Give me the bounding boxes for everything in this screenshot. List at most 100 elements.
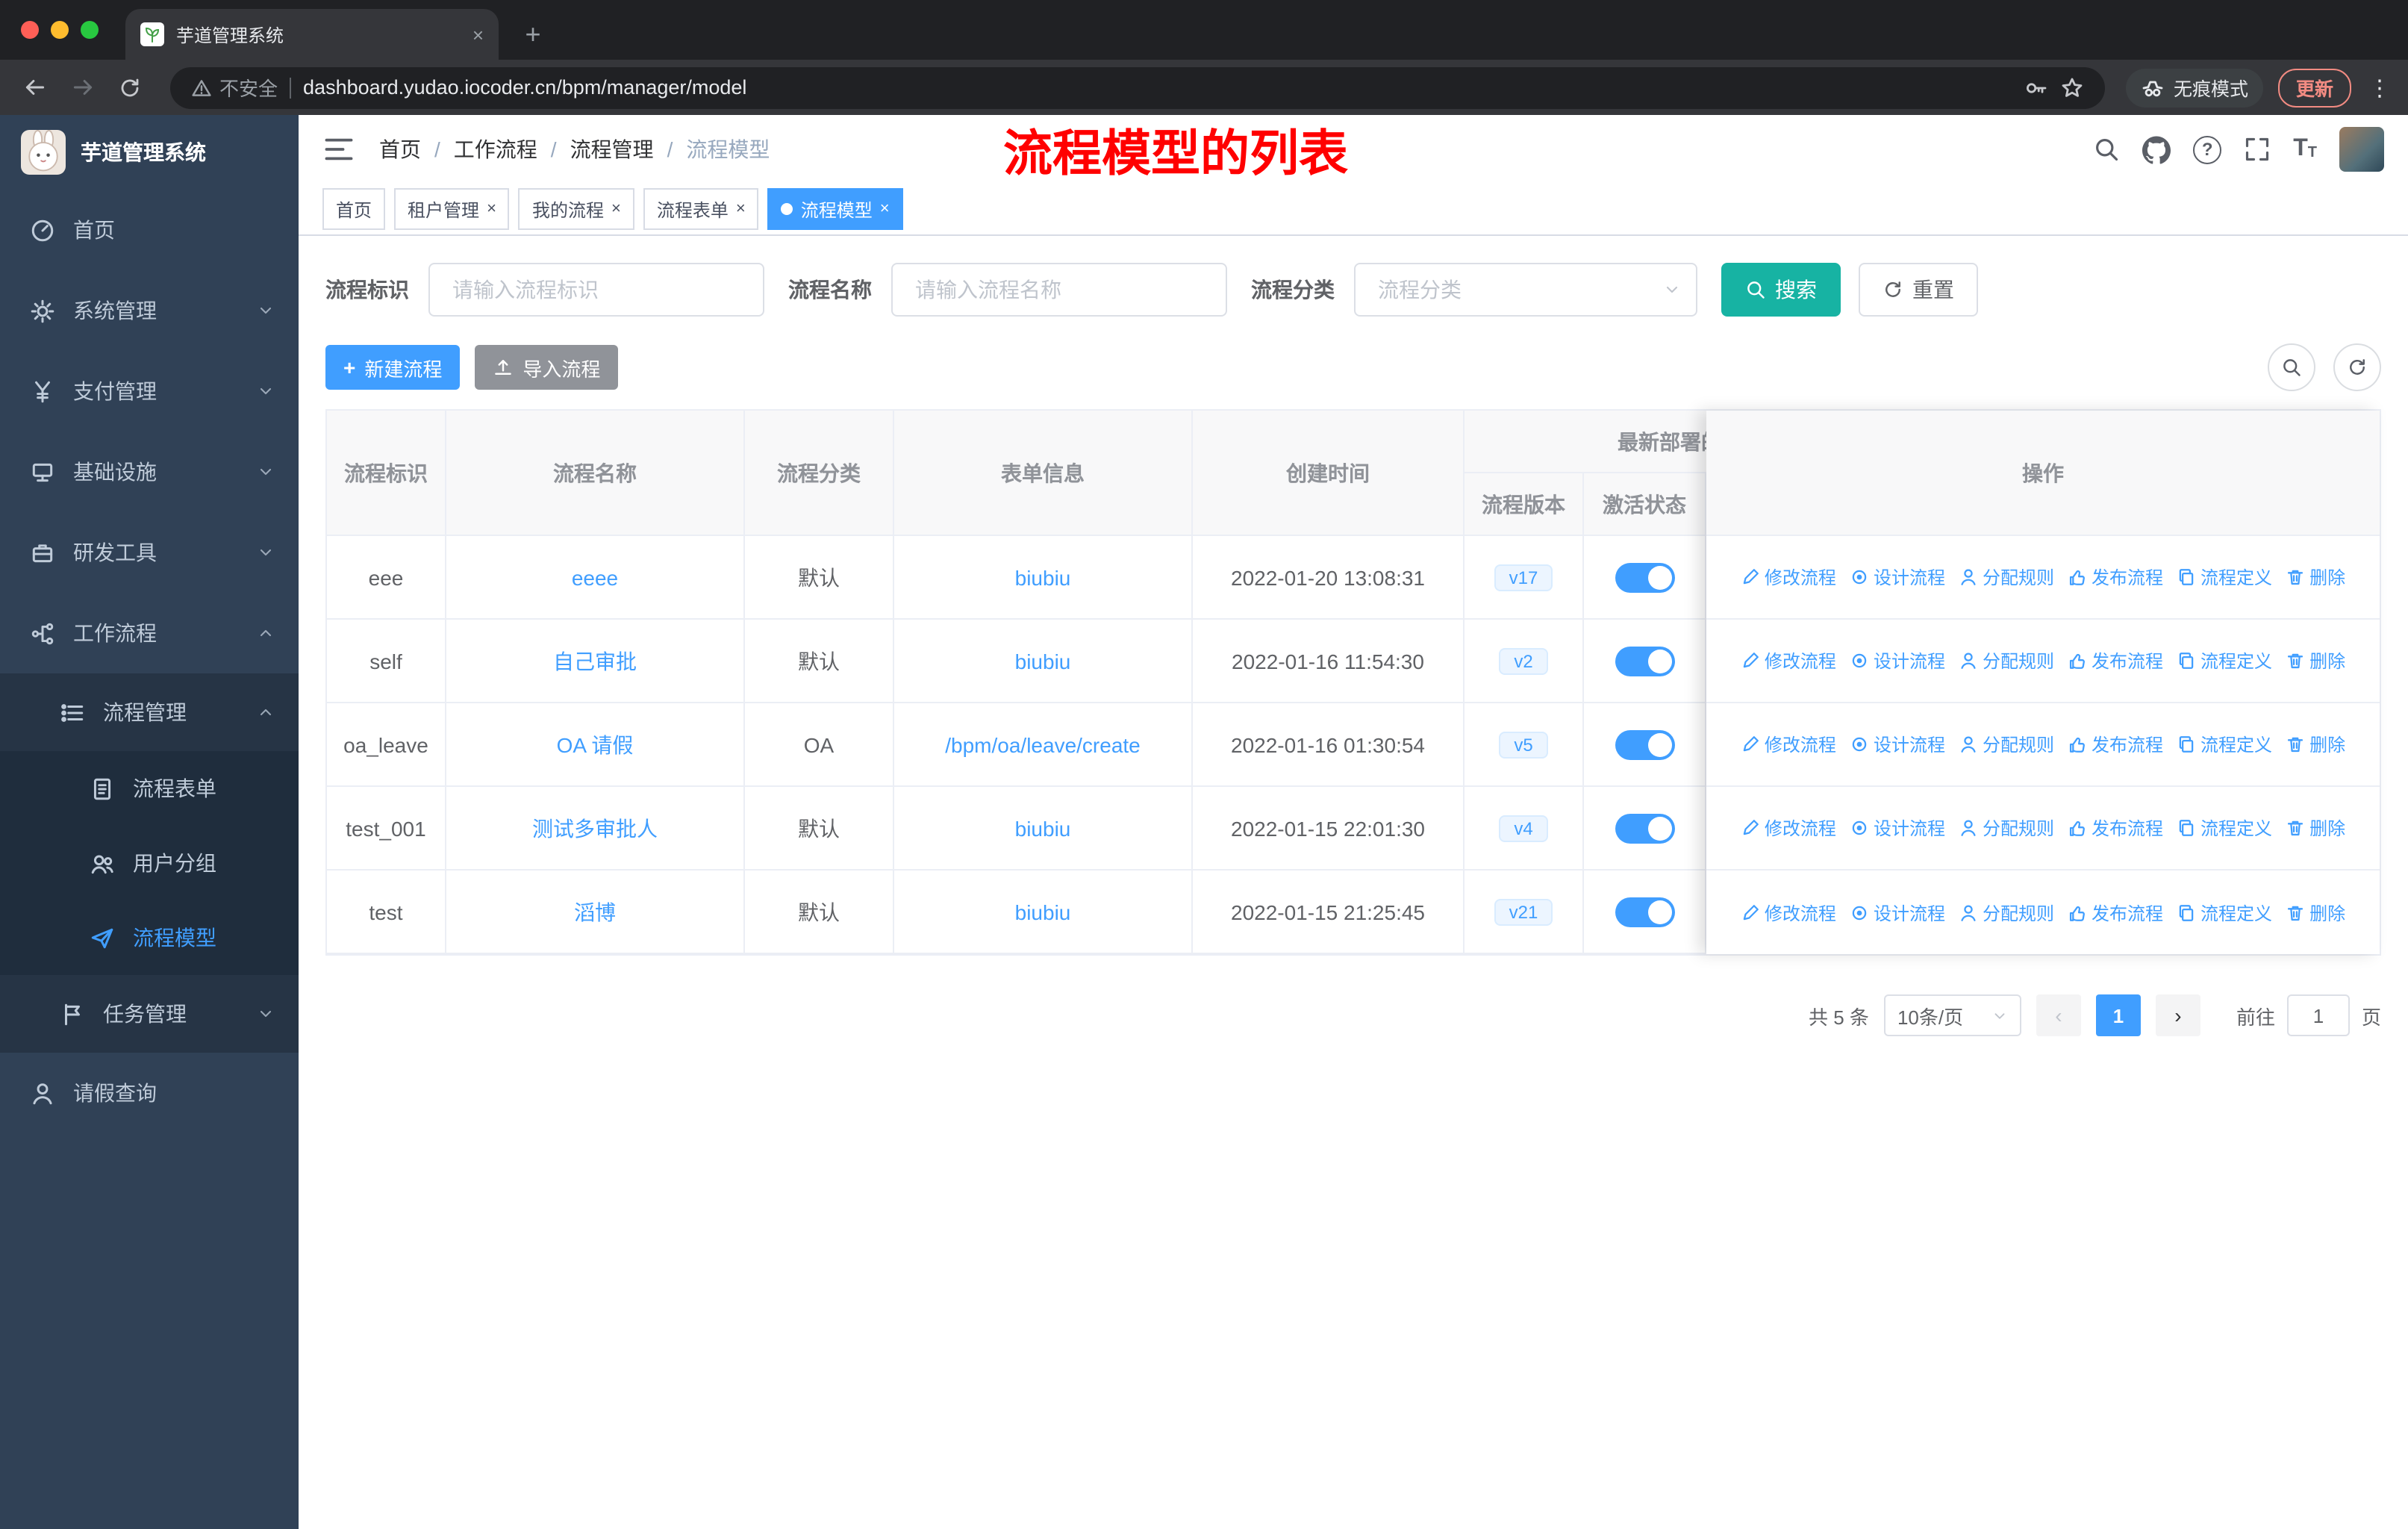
help-icon[interactable]: ?	[2193, 135, 2222, 164]
filter-name-input[interactable]	[891, 263, 1227, 317]
search-button[interactable]: 搜索	[1721, 263, 1841, 317]
tag-process-model[interactable]: 流程模型 ×	[767, 188, 903, 230]
process-name-link[interactable]: 测试多审批人	[532, 813, 658, 843]
sidebar-item-user-group[interactable]: 用户分组	[0, 826, 299, 900]
bookmark-star-icon[interactable]	[2060, 75, 2084, 99]
assign-rule-link[interactable]: 分配规则	[1959, 564, 2054, 590]
publish-process-link[interactable]: 发布流程	[2068, 900, 2163, 925]
process-name-link[interactable]: 自己审批	[553, 646, 637, 676]
delete-link[interactable]: 删除	[2286, 648, 2345, 673]
process-definition-link[interactable]: 流程定义	[2177, 732, 2272, 757]
delete-link[interactable]: 删除	[2286, 815, 2345, 841]
tag-tenant[interactable]: 租户管理 ×	[394, 188, 510, 230]
design-process-link[interactable]: 设计流程	[1850, 732, 1945, 757]
edit-process-link[interactable]: 修改流程	[1741, 815, 1836, 841]
sidebar-item-process-form[interactable]: 流程表单	[0, 751, 299, 826]
breadcrumb-process-management[interactable]: 流程管理	[570, 134, 654, 164]
import-process-button[interactable]: 导入流程	[475, 345, 619, 390]
form-info-link[interactable]: /bpm/oa/leave/create	[945, 732, 1141, 756]
assign-rule-link[interactable]: 分配规则	[1959, 815, 2054, 841]
goto-page-input[interactable]	[2286, 994, 2350, 1036]
search-icon[interactable]	[2093, 136, 2120, 163]
hamburger-icon[interactable]	[322, 133, 355, 166]
page-size-select[interactable]: 10条/页	[1883, 994, 2021, 1036]
process-name-link[interactable]: 滔博	[574, 897, 616, 927]
password-key-icon[interactable]	[2024, 75, 2048, 99]
form-info-link[interactable]: biubiu	[1015, 649, 1071, 673]
sidebar-item-process-model[interactable]: 流程模型	[0, 900, 299, 975]
edit-process-link[interactable]: 修改流程	[1741, 732, 1836, 757]
delete-link[interactable]: 删除	[2286, 732, 2345, 757]
sidebar-item-infra[interactable]: 基础设施	[0, 432, 299, 512]
design-process-link[interactable]: 设计流程	[1850, 815, 1945, 841]
new-tab-button[interactable]: +	[514, 15, 552, 54]
minimize-window-button[interactable]	[51, 21, 69, 39]
avatar[interactable]	[2339, 127, 2384, 172]
forward-button[interactable]	[63, 68, 102, 107]
publish-process-link[interactable]: 发布流程	[2068, 564, 2163, 590]
active-toggle[interactable]	[1615, 562, 1674, 592]
tag-my-process[interactable]: 我的流程 ×	[518, 188, 634, 230]
back-button[interactable]	[15, 68, 54, 107]
active-toggle[interactable]	[1615, 813, 1674, 843]
github-icon[interactable]	[2142, 135, 2171, 164]
browser-menu-icon[interactable]: ⋮	[2366, 74, 2393, 101]
sidebar-item-system[interactable]: 系统管理	[0, 270, 299, 351]
publish-process-link[interactable]: 发布流程	[2068, 732, 2163, 757]
process-name-link[interactable]: eeee	[572, 565, 618, 589]
tag-home[interactable]: 首页	[322, 188, 386, 230]
breadcrumb-home[interactable]: 首页	[379, 134, 421, 164]
edit-process-link[interactable]: 修改流程	[1741, 564, 1836, 590]
process-definition-link[interactable]: 流程定义	[2177, 900, 2272, 925]
active-toggle[interactable]	[1615, 897, 1674, 927]
address-bar[interactable]: 不安全 dashboard.yudao.iocoder.cn/bpm/manag…	[170, 66, 2105, 108]
toggle-search-button[interactable]	[2268, 343, 2315, 391]
reset-button[interactable]: 重置	[1859, 263, 1978, 317]
font-size-icon[interactable]: TT	[2293, 137, 2317, 161]
close-icon[interactable]: ×	[880, 200, 890, 217]
maximize-window-button[interactable]	[81, 21, 99, 39]
edit-process-link[interactable]: 修改流程	[1741, 900, 1836, 925]
design-process-link[interactable]: 设计流程	[1850, 648, 1945, 673]
active-toggle[interactable]	[1615, 729, 1674, 759]
delete-link[interactable]: 删除	[2286, 900, 2345, 925]
next-page-button[interactable]: ›	[2155, 994, 2200, 1036]
fullscreen-icon[interactable]	[2244, 136, 2271, 163]
sidebar-item-pay[interactable]: 支付管理	[0, 351, 299, 432]
form-info-link[interactable]: biubiu	[1015, 900, 1071, 924]
close-icon[interactable]: ×	[487, 200, 496, 217]
filter-category-select[interactable]: 流程分类	[1354, 263, 1697, 317]
browser-tab[interactable]: 芋道管理系统 ×	[125, 9, 499, 60]
form-info-link[interactable]: biubiu	[1015, 565, 1071, 589]
tag-process-form[interactable]: 流程表单 ×	[643, 188, 759, 230]
tab-close-icon[interactable]: ×	[472, 23, 484, 46]
edit-process-link[interactable]: 修改流程	[1741, 648, 1836, 673]
assign-rule-link[interactable]: 分配规则	[1959, 648, 2054, 673]
sidebar-item-task-management[interactable]: 任务管理	[0, 975, 299, 1053]
close-window-button[interactable]	[21, 21, 39, 39]
process-definition-link[interactable]: 流程定义	[2177, 815, 2272, 841]
update-browser-button[interactable]: 更新	[2277, 68, 2351, 107]
design-process-link[interactable]: 设计流程	[1850, 900, 1945, 925]
security-chip[interactable]: 不安全	[191, 73, 278, 102]
process-name-link[interactable]: OA 请假	[557, 729, 634, 759]
sidebar-item-leave-query[interactable]: 请假查询	[0, 1053, 299, 1133]
process-definition-link[interactable]: 流程定义	[2177, 648, 2272, 673]
delete-link[interactable]: 删除	[2286, 564, 2345, 590]
filter-key-input[interactable]	[428, 263, 764, 317]
create-process-button[interactable]: + 新建流程	[325, 345, 461, 390]
sidebar-item-dev-tools[interactable]: 研发工具	[0, 512, 299, 593]
design-process-link[interactable]: 设计流程	[1850, 564, 1945, 590]
page-number-1[interactable]: 1	[2095, 994, 2141, 1036]
publish-process-link[interactable]: 发布流程	[2068, 648, 2163, 673]
close-icon[interactable]: ×	[736, 200, 746, 217]
active-toggle[interactable]	[1615, 646, 1674, 676]
close-icon[interactable]: ×	[611, 200, 621, 217]
breadcrumb-workflow[interactable]: 工作流程	[454, 134, 537, 164]
sidebar-item-process-management[interactable]: 流程管理	[0, 673, 299, 751]
process-definition-link[interactable]: 流程定义	[2177, 564, 2272, 590]
prev-page-button[interactable]: ‹	[2036, 994, 2081, 1036]
sidebar-item-home[interactable]: 首页	[0, 190, 299, 270]
assign-rule-link[interactable]: 分配规则	[1959, 900, 2054, 925]
assign-rule-link[interactable]: 分配规则	[1959, 732, 2054, 757]
